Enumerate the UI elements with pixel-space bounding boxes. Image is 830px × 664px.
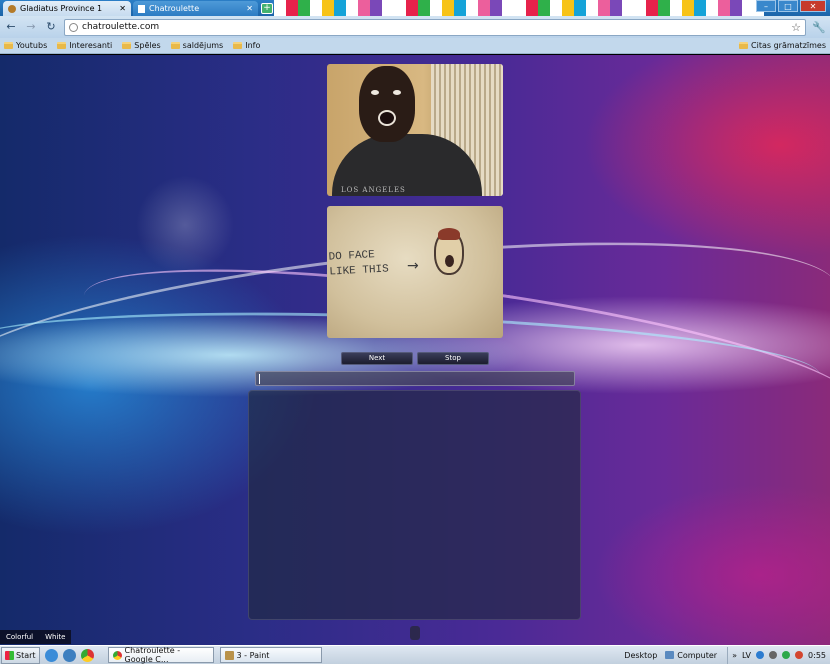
bookmark-label: Interesanti [69, 41, 113, 50]
bookmark-info[interactable]: Info [233, 41, 260, 50]
address-bar[interactable]: chatroulette.com ☆ [64, 18, 806, 36]
desktop-toolbar[interactable]: Desktop [624, 651, 657, 660]
network-icon[interactable] [756, 651, 765, 659]
bookmark-label: saldējums [182, 41, 224, 50]
bookmark-label: Citas grāmatzīmes [751, 41, 826, 50]
show-desktop-icon[interactable] [44, 648, 58, 662]
toolbars: Desktop Computer [624, 651, 717, 660]
stop-button[interactable]: Stop [417, 352, 489, 365]
folder-icon [57, 42, 67, 49]
paint-icon [224, 650, 234, 660]
theme-colorful-link[interactable]: Colorful [0, 630, 40, 644]
gladiatus-favicon-icon [8, 4, 16, 13]
start-button[interactable]: Start [1, 646, 40, 664]
back-arrow-icon[interactable]: ← [4, 20, 18, 34]
bookmark-label: Spēles [134, 41, 161, 50]
page-globe-icon [69, 22, 78, 32]
chrome-icon[interactable] [80, 648, 94, 662]
windows-taskbar: Start Chatroulette - Google C... 3 - Pai… [0, 645, 830, 664]
close-button[interactable]: ✕ [800, 0, 826, 12]
internet-explorer-icon[interactable] [62, 648, 76, 662]
bookmark-label: Info [245, 41, 261, 50]
taskbar-item-paint[interactable]: 3 - Paint [219, 647, 322, 663]
drawn-face [434, 228, 464, 275]
bookmark-interesanti[interactable]: Interesanti [57, 41, 112, 50]
theme-white-link[interactable]: White [39, 630, 72, 644]
windows-logo-icon [5, 650, 14, 660]
minimize-button[interactable]: – [756, 0, 776, 12]
tab-title: Gladiatus Province 1 [20, 4, 103, 13]
drawn-hair [438, 228, 460, 240]
address-text: chatroulette.com [82, 22, 160, 32]
partner-head [359, 66, 415, 142]
forward-arrow-icon[interactable]: → [24, 20, 38, 34]
maximize-button[interactable]: □ [778, 0, 798, 12]
folder-icon [4, 42, 13, 49]
other-bookmarks[interactable]: Citas grāmatzīmes [739, 41, 826, 50]
browser-toolbar: ← → ↻ chatroulette.com ☆ 🔧 [0, 16, 830, 38]
antivirus-icon[interactable] [795, 651, 804, 659]
window-controls: – □ ✕ [756, 0, 826, 12]
next-button[interactable]: Next [341, 352, 413, 365]
drawn-mouth [445, 255, 454, 267]
folder-icon [233, 42, 243, 49]
tab-gladiatus[interactable]: Gladiatus Province 1 ✕ [3, 1, 131, 16]
folder-icon [739, 42, 749, 49]
eye [393, 90, 401, 95]
chrome-icon [112, 650, 122, 660]
bookmark-star-icon[interactable]: ☆ [791, 21, 801, 34]
new-tab-button[interactable]: + [261, 3, 273, 14]
bookmark-speles[interactable]: Spēles [122, 41, 161, 50]
tab-strip: Gladiatus Province 1 ✕ Chatroulette ✕ + … [0, 0, 830, 16]
reload-icon[interactable]: ↻ [44, 20, 58, 34]
tray-overflow-icon[interactable]: » [732, 651, 737, 660]
language-indicator[interactable]: LV [742, 651, 751, 660]
theme-switcher: Colorful White [0, 630, 72, 644]
text-caret [259, 374, 260, 384]
computer-label: Computer [677, 650, 718, 660]
folder-icon [170, 42, 180, 49]
blank-page-favicon-icon [138, 4, 145, 13]
wrench-menu-icon[interactable]: 🔧 [812, 21, 826, 34]
chatroulette-page: LOS ANGELES DO FACE LIKE THIS → Next Sto… [0, 55, 830, 645]
tab-close-icon[interactable]: ✕ [246, 4, 253, 13]
bookmark-saldejums[interactable]: saldējums [170, 41, 224, 50]
chat-log[interactable] [248, 390, 581, 620]
bookmark-youtubs[interactable]: Youtubs [4, 41, 47, 50]
bookmark-label: Youtubs [16, 41, 48, 50]
volume-icon[interactable] [769, 651, 778, 659]
drawn-arrow-icon: → [407, 258, 419, 274]
scroll-handle[interactable] [410, 626, 420, 640]
partner-video: LOS ANGELES [327, 64, 503, 196]
computer-toolbar[interactable]: Computer [665, 651, 717, 660]
folder-icon [122, 42, 132, 49]
shirt-text: LOS ANGELES [341, 186, 406, 194]
tab-chatroulette[interactable]: Chatroulette ✕ [133, 1, 258, 16]
eye [371, 90, 379, 95]
tab-title: Chatroulette [149, 4, 200, 13]
skype-icon[interactable] [782, 651, 791, 659]
open-mouth [378, 110, 396, 126]
desktop-wallpaper-stripes [274, 0, 764, 16]
self-video: DO FACE LIKE THIS → [327, 206, 503, 338]
start-label: Start [16, 650, 36, 660]
taskbar-item-label: Chatroulette - Google C... [124, 646, 181, 664]
system-tray: » LV 0:55 [727, 646, 830, 664]
taskbar-item-chatroulette[interactable]: Chatroulette - Google C... [107, 646, 214, 664]
handwritten-sign-text: DO FACE LIKE THIS [328, 249, 390, 279]
chat-input[interactable] [255, 371, 575, 386]
taskbar-item-label: 3 - Paint [236, 650, 270, 660]
clock[interactable]: 0:55 [808, 651, 826, 660]
computer-icon [665, 651, 675, 659]
bookmarks-bar: Youtubs Interesanti Spēles saldējums Inf… [0, 38, 830, 54]
tab-close-icon[interactable]: ✕ [119, 4, 126, 13]
